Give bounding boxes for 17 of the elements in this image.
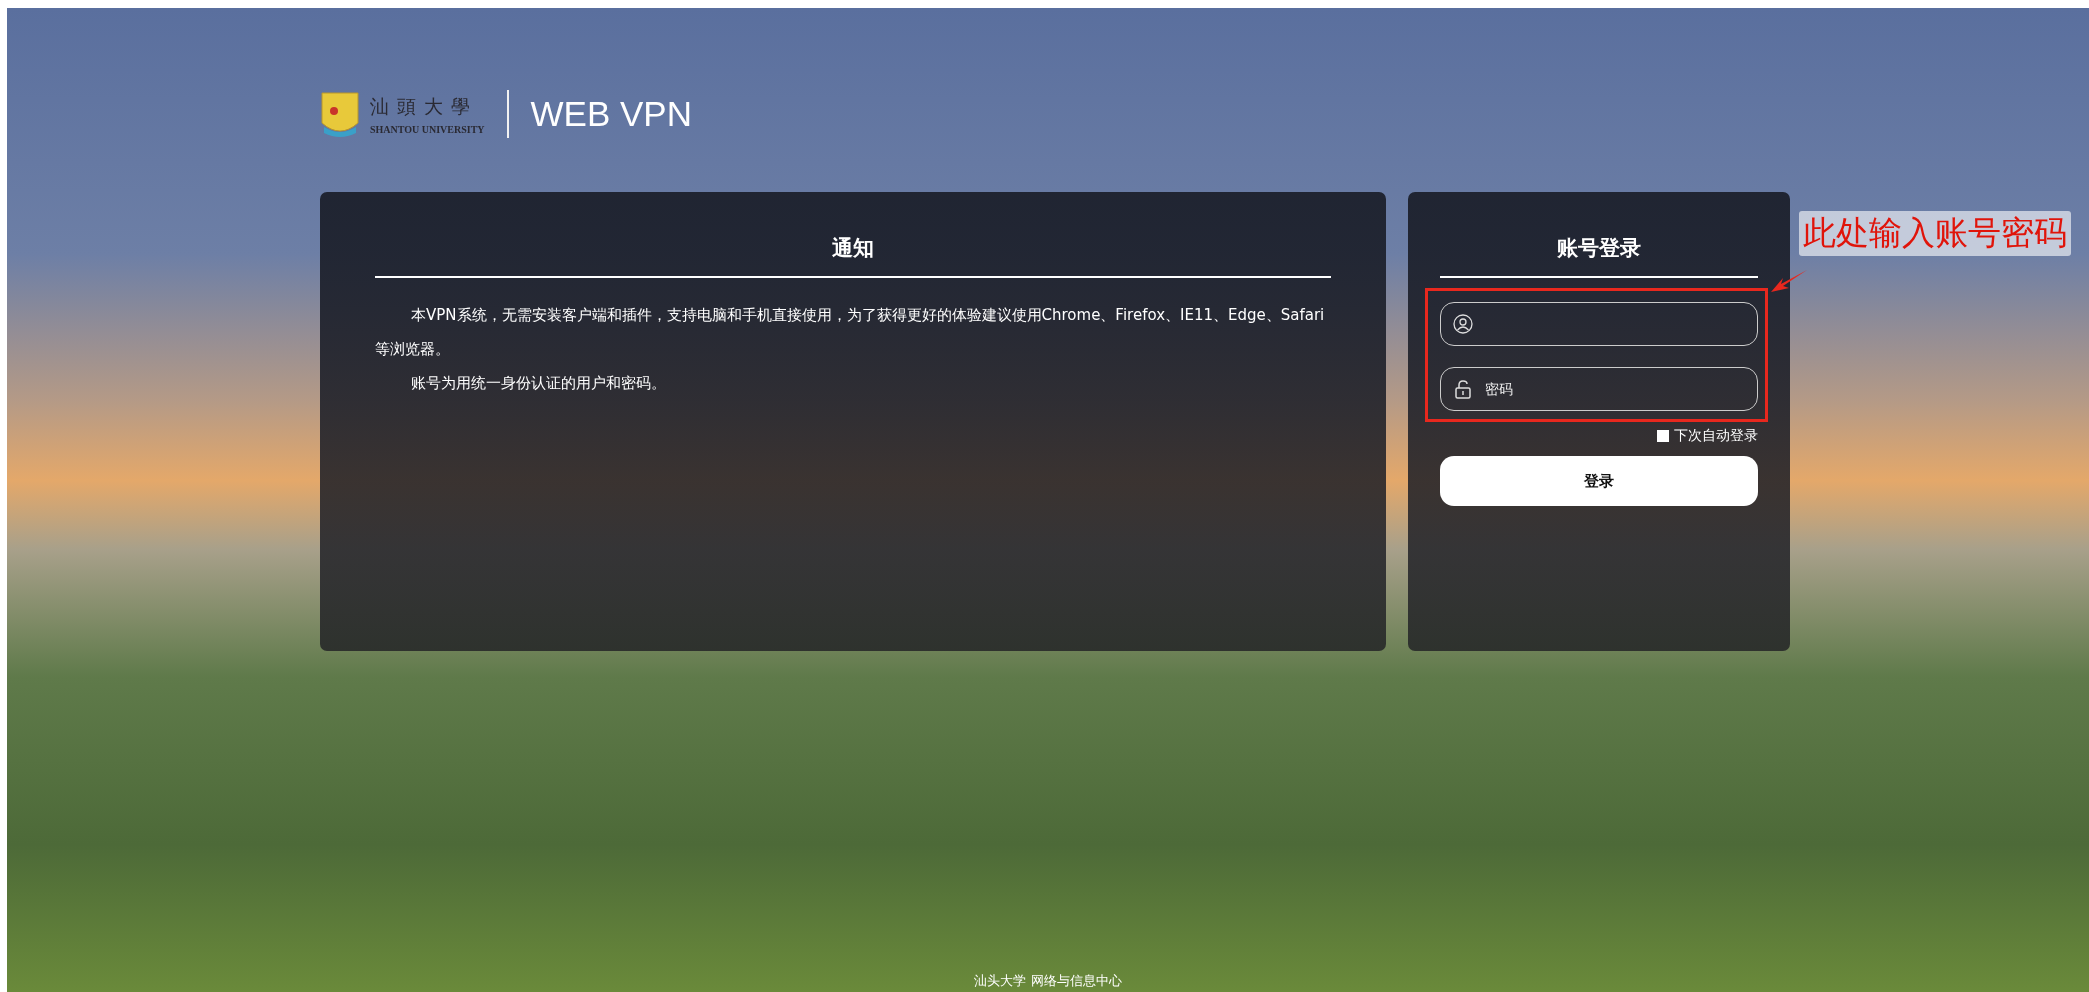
username-field[interactable] (1440, 302, 1758, 346)
site-title: WEB VPN (530, 94, 692, 134)
padlock-icon (1453, 379, 1473, 399)
university-name-english: SHANTOU UNIVERSITY (370, 123, 485, 135)
remember-label: 下次自动登录 (1674, 427, 1758, 445)
notice-paragraph: 本VPN系统，无需安装客户端和插件，支持电脑和手机直接使用，为了获得更好的体验建议使用Chrome、Firefox、IE11、Edge、Safari等浏览器。 (375, 305, 1326, 360)
university-name: 汕頭大學 (370, 93, 479, 119)
user-icon (1453, 314, 1473, 334)
notice-title: 通知 (831, 235, 875, 262)
annotation-text: 此处输入账号密码 (1799, 211, 2071, 256)
university-crest-icon (320, 89, 360, 139)
notice-paragraph: 账号为用统一身份认证的用户和密码。 (410, 373, 667, 394)
password-field[interactable]: 密码 (1440, 367, 1758, 411)
login-button[interactable]: 登录 (1440, 456, 1758, 506)
remember-checkbox[interactable] (1657, 430, 1669, 442)
login-title: 账号登录 (1556, 235, 1642, 262)
footer-text: 汕头大学 网络与信息中心 (973, 972, 1123, 990)
